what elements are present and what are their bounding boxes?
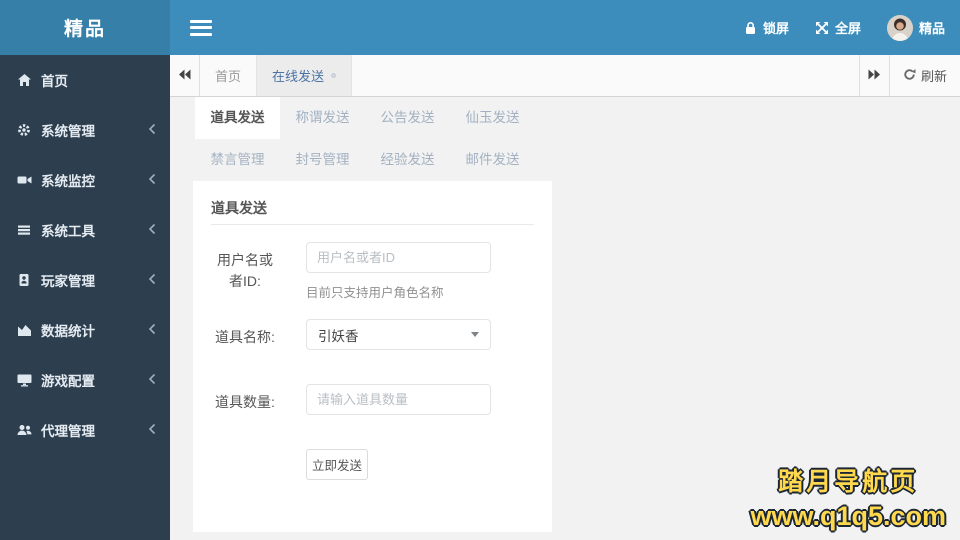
tabbar-spacer (352, 55, 859, 96)
sidebar-item-game-config[interactable]: 游戏配置 (0, 355, 170, 405)
lock-icon (744, 21, 757, 35)
fullscreen-arrows-icon (815, 21, 829, 35)
form-group-username: 用户名或者ID: 目前只支持用户角色名称 (211, 242, 534, 301)
caret-down-icon (471, 332, 479, 337)
form-group-item-name: 道具名称: 引妖香 (211, 319, 534, 350)
page-tabbar: 首页 在线发送 刷新 (170, 55, 960, 97)
sidebar-item-label: 数据统计 (41, 324, 95, 339)
desktop-icon (17, 373, 32, 387)
tab-exp-send[interactable]: 经验发送 (365, 139, 450, 181)
sidebar-item-label: 游戏配置 (41, 374, 95, 389)
sidebar-item-system-tools[interactable]: 系统工具 (0, 205, 170, 255)
navbar-main: 锁屏 全屏 精品 (170, 0, 960, 55)
tab-label: 首页 (215, 69, 242, 84)
close-tab-icon[interactable] (331, 73, 337, 78)
watermark: 踏月导航页 www.q1q5.com (750, 467, 946, 532)
tab-home[interactable]: 首页 (200, 55, 258, 96)
refresh-icon (903, 68, 916, 84)
tab-notice-send[interactable]: 公告发送 (365, 97, 450, 139)
sidebar-item-label: 系统管理 (41, 124, 95, 139)
item-name-select[interactable]: 引妖香 (306, 319, 491, 350)
username-helper-text: 目前只支持用户角色名称 (306, 286, 444, 300)
list-icon (17, 223, 32, 237)
sidebar-item-label: 系统工具 (41, 224, 95, 239)
area-chart-icon (17, 323, 32, 337)
tab-title-send[interactable]: 称谓发送 (280, 97, 365, 139)
home-icon (17, 73, 32, 87)
tabs-scroll-right-button[interactable] (858, 55, 889, 96)
refresh-label: 刷新 (920, 69, 947, 84)
function-tabs: 道具发送 称谓发送 公告发送 仙玉发送 禁言管理 封号管理 经验发送 邮件发送 (170, 97, 960, 181)
tab-mute-manage[interactable]: 禁言管理 (195, 139, 280, 181)
user-menu[interactable]: 精品 (886, 14, 945, 41)
sidebar-item-label: 玩家管理 (41, 274, 95, 289)
top-navbar: 精品 锁屏 全屏 精品 (0, 0, 960, 55)
fullscreen-label: 全屏 (834, 21, 861, 36)
sidebar-item-label: 代理管理 (41, 424, 95, 439)
sidebar-item-label: 系统监控 (41, 174, 95, 189)
watermark-title: 踏月导航页 (778, 467, 919, 496)
forward-icon (868, 67, 881, 85)
sidebar: 首页 系统管理 系统监控 系统工具 玩家管理 数据统计 游戏配置 代理管理 (0, 55, 170, 540)
chevron-left-icon (148, 323, 156, 338)
tab-label: 在线发送 (272, 69, 325, 84)
send-now-button[interactable]: 立即发送 (306, 449, 368, 480)
refresh-button[interactable]: 刷新 (888, 55, 960, 96)
tab-mail-send[interactable]: 邮件发送 (450, 139, 535, 181)
item-send-panel: 道具发送 用户名或者ID: 目前只支持用户角色名称 道具名称: 引妖香 (193, 181, 552, 532)
divider (211, 224, 534, 225)
fullscreen-button[interactable]: 全屏 (815, 18, 861, 37)
item-quantity-input[interactable] (306, 384, 491, 415)
tabs-scroll-left-button[interactable] (170, 55, 200, 96)
tab-xianyu-send[interactable]: 仙玉发送 (450, 97, 535, 139)
panel-title: 道具发送 (211, 200, 267, 216)
chevron-left-icon (148, 223, 156, 238)
navbar-right: 锁屏 全屏 精品 (744, 14, 945, 41)
id-card-icon (17, 273, 32, 287)
tab-ban-manage[interactable]: 封号管理 (280, 139, 365, 181)
tab-online-send[interactable]: 在线发送 (257, 55, 353, 96)
form-group-item-quantity: 道具数量: (211, 384, 534, 415)
watermark-url: www.q1q5.com (750, 500, 946, 531)
chevron-left-icon (148, 373, 156, 388)
sidebar-item-data-stats[interactable]: 数据统计 (0, 305, 170, 355)
main-content: 道具发送 称谓发送 公告发送 仙玉发送 禁言管理 封号管理 经验发送 邮件发送 … (170, 97, 960, 540)
user-name: 精品 (918, 21, 945, 36)
users-icon (17, 423, 32, 437)
lock-screen-button[interactable]: 锁屏 (744, 18, 789, 37)
sidebar-item-home[interactable]: 首页 (0, 55, 170, 105)
brand-logo[interactable]: 精品 (0, 0, 170, 55)
item-name-label: 道具名称: (215, 329, 275, 345)
sidebar-item-label: 首页 (41, 74, 68, 89)
sidebar-item-system-monitor[interactable]: 系统监控 (0, 155, 170, 205)
chevron-left-icon (148, 173, 156, 188)
backward-icon (178, 67, 191, 85)
submit-row: 立即发送 (306, 449, 534, 480)
lock-screen-label: 锁屏 (762, 21, 789, 36)
item-name-selected-value: 引妖香 (318, 328, 359, 344)
chevron-left-icon (148, 123, 156, 138)
username-label: 用户名或者ID: (217, 252, 273, 289)
sidebar-item-system-manage[interactable]: 系统管理 (0, 105, 170, 155)
tab-item-send[interactable]: 道具发送 (195, 97, 280, 139)
item-send-form: 用户名或者ID: 目前只支持用户角色名称 道具名称: 引妖香 道具数量: (211, 242, 534, 480)
sidebar-item-agent-manage[interactable]: 代理管理 (0, 405, 170, 455)
user-avatar (886, 14, 913, 41)
username-input[interactable] (306, 242, 491, 273)
video-camera-icon (17, 173, 32, 187)
sidebar-item-player-manage[interactable]: 玩家管理 (0, 255, 170, 305)
gear-icon (17, 123, 32, 137)
chevron-left-icon (148, 273, 156, 288)
chevron-left-icon (148, 423, 156, 438)
item-quantity-label: 道具数量: (215, 394, 275, 410)
sidebar-toggle-icon[interactable] (190, 19, 212, 36)
